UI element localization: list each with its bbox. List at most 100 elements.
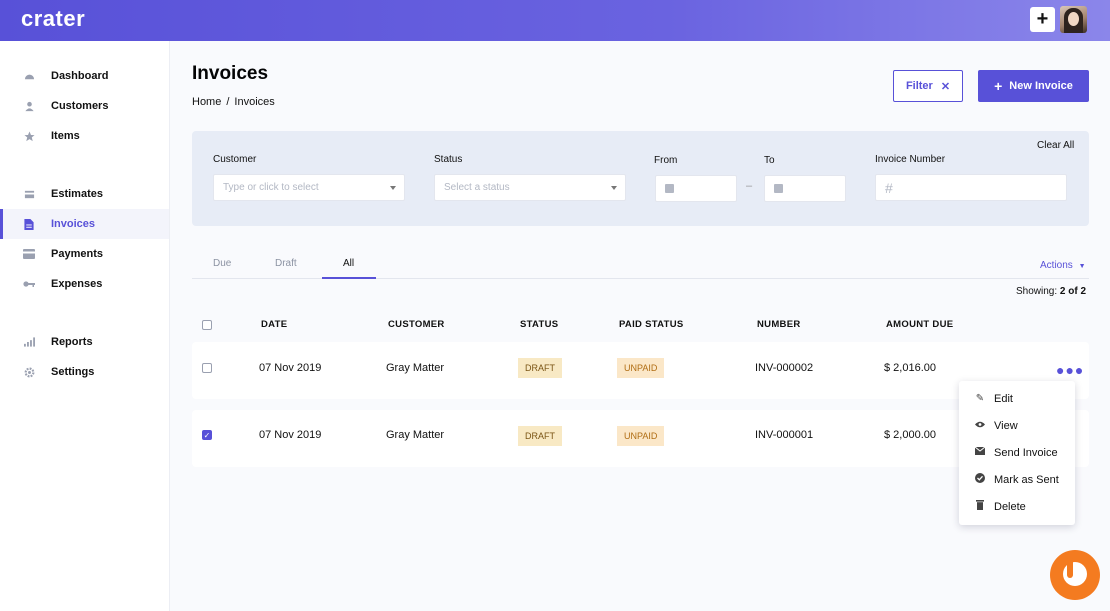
sidebar-item-label: Expenses [51, 278, 103, 290]
menu-item-delete[interactable]: Delete [959, 493, 1075, 520]
sidebar-item-customers[interactable]: Customers [0, 91, 169, 121]
breadcrumb-separator: / [226, 96, 230, 108]
sidebar-item-label: Invoices [51, 218, 96, 230]
clear-all-link[interactable]: Clear All [1037, 140, 1074, 151]
invoice-date: 07 Nov 2019 [259, 429, 322, 441]
invoice-number-label: Invoice Number [875, 154, 946, 165]
sidebar-item-payments[interactable]: Payments [0, 239, 169, 269]
status-select-placeholder: Select a status [444, 182, 510, 193]
customer-select-placeholder: Type or click to select [223, 182, 319, 193]
sidebar-item-settings[interactable]: Settings [0, 357, 169, 387]
customer-name[interactable]: Gray Matter [386, 362, 444, 374]
showing-value: 2 of 2 [1059, 286, 1087, 297]
breadcrumb: Home / Invoices [192, 96, 280, 108]
more-options-icon[interactable]: ●●● [1056, 362, 1084, 378]
row-checkbox[interactable]: ✓ [202, 430, 212, 440]
chevron-down-icon [611, 186, 617, 190]
row-actions-menu: ✎ Edit View Send Invoice Mark as Sent De… [959, 381, 1075, 525]
chevron-down-icon [390, 186, 396, 190]
hash-icon: # [885, 179, 893, 196]
actions-label: Actions [1040, 260, 1073, 271]
brand-badge-icon[interactable] [1050, 550, 1100, 600]
invoice-icon [23, 218, 35, 230]
menu-item-label: Send Invoice [994, 446, 1058, 459]
status-filter-label: Status [434, 154, 463, 165]
eye-icon [975, 420, 985, 431]
select-all-checkbox[interactable] [202, 320, 212, 330]
menu-item-view[interactable]: View [959, 412, 1075, 439]
tab-all[interactable]: All [343, 258, 354, 269]
sidebar-item-label: Customers [51, 100, 109, 112]
sidebar-item-label: Payments [51, 248, 103, 260]
to-date-input[interactable] [764, 175, 846, 202]
avatar-face [1068, 12, 1079, 26]
breadcrumb-current: Invoices [234, 96, 275, 108]
invoice-date: 07 Nov 2019 [259, 362, 322, 374]
amount-due: $ 2,016.00 [884, 362, 936, 374]
menu-item-label: Mark as Sent [994, 473, 1059, 486]
column-header-amount-due[interactable]: AMOUNT DUE [886, 319, 953, 330]
sidebar-item-label: Dashboard [51, 70, 109, 82]
menu-item-label: Delete [994, 500, 1026, 513]
avatar[interactable] [1060, 6, 1087, 33]
column-header-customer[interactable]: CUSTOMER [388, 319, 445, 330]
column-header-date[interactable]: DATE [261, 319, 287, 330]
sidebar-item-estimates[interactable]: Estimates [0, 179, 169, 209]
app-logo[interactable]: crater [21, 6, 85, 32]
calendar-icon [665, 184, 674, 193]
plus-icon: + [994, 78, 1003, 94]
column-header-number[interactable]: NUMBER [757, 319, 801, 330]
filter-button[interactable]: Filter ✕ [893, 70, 963, 102]
sidebar-item-items[interactable]: Items [0, 121, 169, 151]
customer-filter-label: Customer [213, 154, 257, 165]
sidebar-item-invoices[interactable]: Invoices [0, 209, 169, 239]
new-invoice-label: New Invoice [1009, 80, 1073, 92]
pencil-icon: ✎ [975, 393, 985, 404]
status-select[interactable]: Select a status [434, 174, 626, 201]
tab-draft[interactable]: Draft [275, 258, 297, 269]
key-icon [23, 278, 35, 290]
invoice-number[interactable]: INV-000002 [755, 362, 813, 374]
row-checkbox[interactable] [202, 363, 212, 373]
menu-item-mark-as-sent[interactable]: Mark as Sent [959, 466, 1075, 493]
menu-item-label: View [994, 419, 1018, 432]
status-badge: DRAFT [518, 426, 562, 446]
sidebar-item-expenses[interactable]: Expenses [0, 269, 169, 299]
customer-name[interactable]: Gray Matter [386, 429, 444, 441]
document-icon [23, 188, 35, 200]
invoice-number-input[interactable]: # [875, 174, 1067, 201]
gear-icon [23, 366, 35, 378]
sidebar-item-reports[interactable]: Reports [0, 327, 169, 357]
paid-status-badge: UNPAID [617, 358, 665, 378]
user-icon [23, 100, 35, 112]
sidebar-item-label: Estimates [51, 188, 103, 200]
customer-select[interactable]: Type or click to select [213, 174, 405, 201]
tab-due[interactable]: Due [213, 258, 231, 269]
top-bar: crater + [0, 0, 1110, 41]
bar-chart-icon [23, 336, 35, 348]
chevron-down-icon: ▼ [1078, 263, 1086, 270]
from-date-label: From [654, 155, 678, 166]
page-title: Invoices [192, 63, 269, 84]
new-invoice-button[interactable]: + New Invoice [978, 70, 1089, 102]
menu-item-send-invoice[interactable]: Send Invoice [959, 439, 1075, 466]
sidebar-item-label: Settings [51, 366, 95, 378]
sidebar: Dashboard Customers Items Estimates Invo… [0, 41, 170, 611]
to-date-label: To [764, 155, 775, 166]
menu-item-edit[interactable]: ✎ Edit [959, 385, 1075, 412]
close-icon: ✕ [940, 80, 951, 93]
filter-button-label: Filter [905, 80, 933, 92]
sidebar-item-label: Items [51, 130, 80, 142]
quick-add-button[interactable]: + [1030, 7, 1055, 32]
breadcrumb-home[interactable]: Home [192, 96, 221, 108]
amount-due: $ 2,000.00 [884, 429, 936, 441]
from-date-input[interactable] [655, 175, 737, 202]
showing-count: Showing: 2 of 2 [1016, 286, 1086, 297]
sidebar-item-dashboard[interactable]: Dashboard [0, 61, 169, 91]
invoice-number[interactable]: INV-000001 [755, 429, 813, 441]
star-icon [23, 130, 35, 142]
brand-badge-stem [1067, 556, 1073, 578]
column-header-status[interactable]: STATUS [520, 319, 558, 330]
actions-dropdown[interactable]: Actions ▼ [1040, 260, 1086, 271]
column-header-paid-status[interactable]: PAID STATUS [619, 319, 684, 330]
